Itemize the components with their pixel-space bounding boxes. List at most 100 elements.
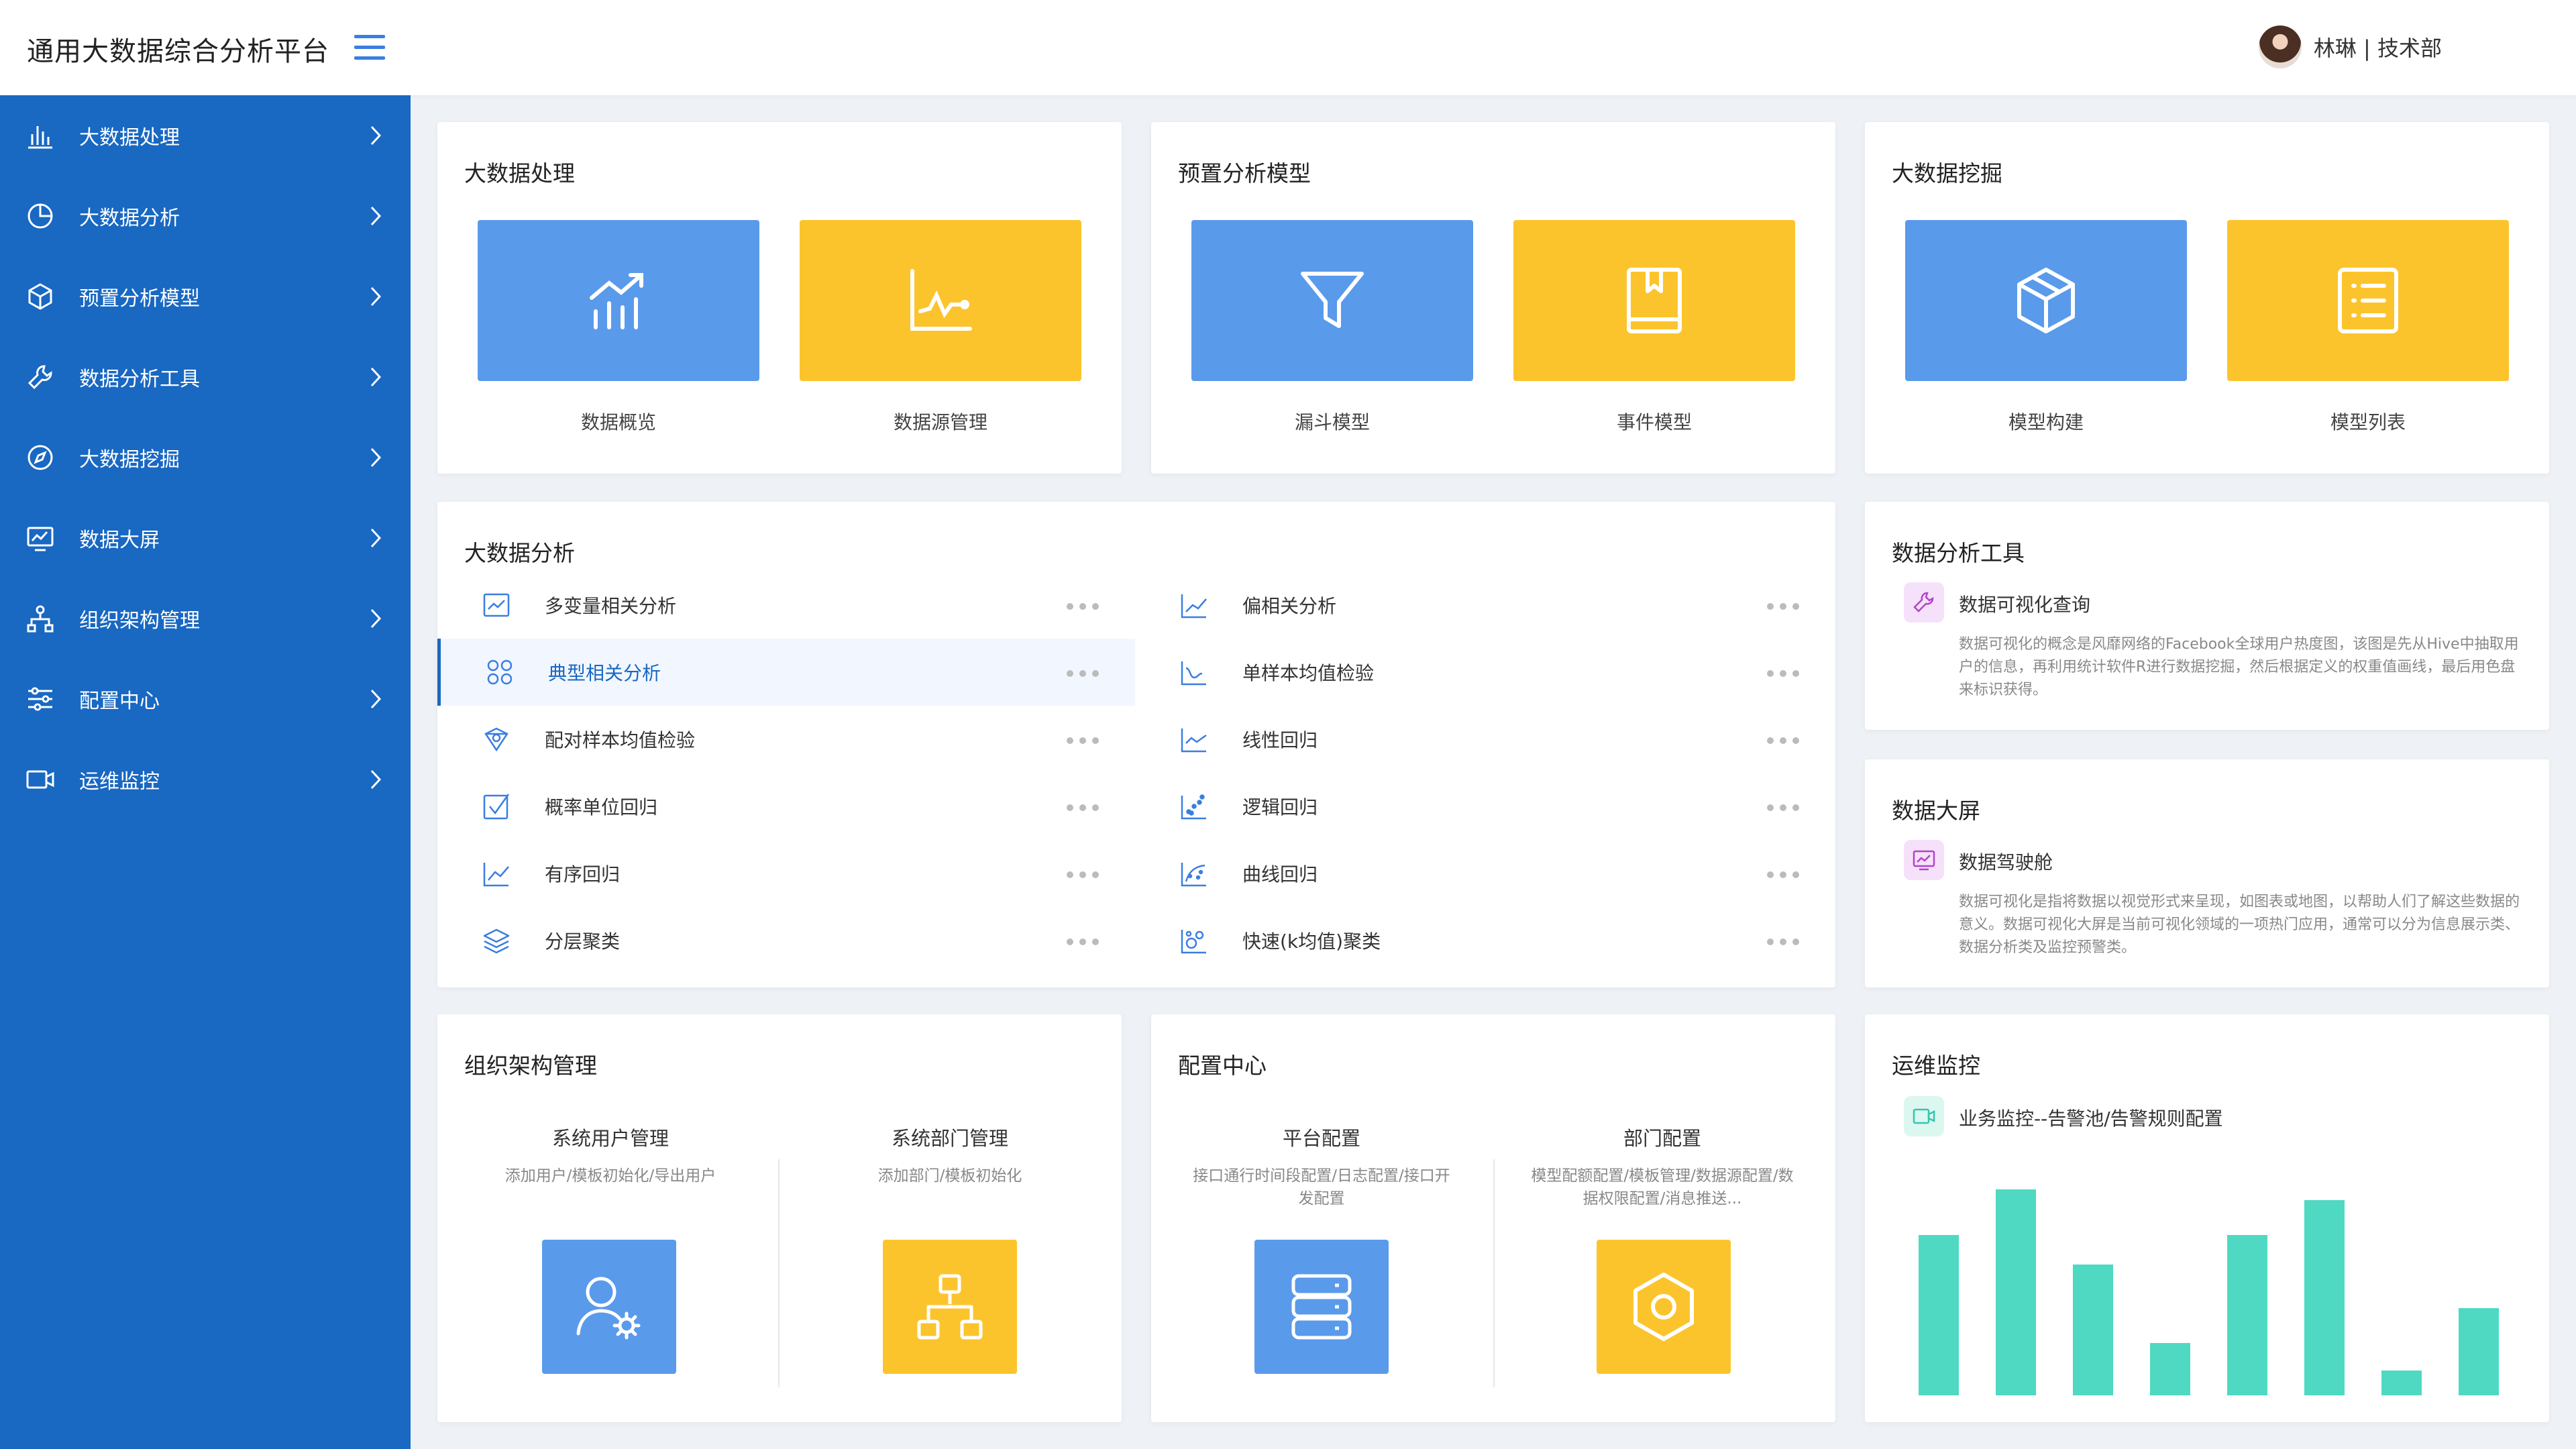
sidebar-item-preset-models[interactable]: 预置分析模型 [0, 256, 411, 337]
monitor-chart-icon[interactable] [1904, 840, 1944, 880]
monitor-bar [2304, 1200, 2345, 1395]
more-icon[interactable] [1067, 801, 1110, 811]
panel-data-mining: 大数据挖掘 模型构建 模型列表 [1865, 122, 2549, 474]
analysis-item-one-sample-test[interactable]: 单样本均值检验 [1135, 639, 1835, 706]
wrench-icon[interactable] [1904, 582, 1944, 623]
list-icon [2338, 268, 2398, 333]
tile-label: 模型列表 [2330, 411, 2406, 433]
sidebar-item-config-center[interactable]: 配置中心 [0, 659, 411, 739]
analysis-item-ordinal-regression[interactable]: 有序回归 [437, 840, 1135, 907]
more-icon[interactable] [1767, 600, 1810, 610]
chevron-right-icon [370, 769, 382, 790]
bar-chart-icon [28, 126, 52, 149]
sidebar-item-label: 数据分析工具 [79, 368, 200, 391]
analysis-item-partial-correlation[interactable]: 偏相关分析 [1135, 572, 1835, 639]
avatar[interactable] [2258, 25, 2302, 68]
system-users-title[interactable]: 系统用户管理 [443, 1123, 778, 1151]
menu-toggle-icon[interactable] [354, 35, 385, 60]
dept-config-desc: 模型配额配置/模板管理/数据源配置/数据权限配置/消息推送... [1531, 1167, 1794, 1208]
sidebar-item-data-analysis[interactable]: 大数据分析 [0, 176, 411, 256]
sidebar: 大数据处理 大数据分析 预置分析模型 数据分析工具 大数据挖掘 数据大屏 组织架… [0, 95, 411, 1449]
more-icon[interactable] [1067, 600, 1110, 610]
analysis-item-canonical-correlation[interactable]: 典型相关分析 [437, 639, 1135, 706]
analysis-item-label: 单样本均值检验 [1242, 662, 1375, 684]
more-icon[interactable] [1067, 667, 1110, 677]
tile-event-model[interactable] [1513, 220, 1795, 381]
more-icon[interactable] [1767, 734, 1810, 744]
tile-model-build[interactable] [1905, 220, 2187, 381]
more-icon[interactable] [1067, 868, 1110, 878]
tool-description: 数据可视化是指将数据以视觉形式来呈现，如图表或地图，以帮助人们了解这些数据的意义… [1959, 894, 2520, 956]
panel-analysis-tools: 数据分析工具 数据可视化查询 数据可视化的概念是风靡网络的Facebook全球用… [1865, 502, 2549, 730]
panel-data-analysis: 大数据分析 多变量相关分析 典型相关分析 配对样本均值检验 概率单位回归 有序回… [437, 502, 1835, 987]
cluster-chart-icon [1181, 930, 1206, 954]
analysis-item-label: 曲线回归 [1242, 863, 1318, 885]
sidebar-item-analysis-tools[interactable]: 数据分析工具 [0, 337, 411, 417]
tile-label: 事件模型 [1616, 411, 1692, 433]
sidebar-item-label: 大数据挖掘 [79, 448, 180, 472]
platform-config-button[interactable] [1254, 1240, 1389, 1374]
sidebar-item-data-processing[interactable]: 大数据处理 [0, 95, 411, 176]
more-icon[interactable] [1067, 935, 1110, 945]
cube-icon [2017, 268, 2075, 333]
pie-chart-icon [28, 203, 53, 229]
dept-config-button[interactable] [1597, 1240, 1731, 1374]
analysis-item-multivariate-correlation[interactable]: 多变量相关分析 [437, 572, 1135, 639]
more-icon[interactable] [1067, 734, 1110, 744]
growth-chart-icon [590, 273, 643, 329]
tool-name[interactable]: 数据驾驶舱 [1959, 848, 2053, 875]
camera-icon [26, 770, 54, 789]
chevron-right-icon [370, 447, 382, 468]
column-divider [1493, 1159, 1495, 1387]
tile-model-list[interactable] [2227, 220, 2509, 381]
analysis-item-label: 快速(k均值)聚类 [1242, 930, 1381, 953]
tile-datasource-management[interactable] [800, 220, 1081, 381]
system-users-button[interactable] [542, 1240, 676, 1374]
analysis-item-linear-regression[interactable]: 线性回归 [1135, 706, 1835, 773]
analysis-item-logistic-regression[interactable]: 逻辑回归 [1135, 773, 1835, 840]
tool-description: 数据可视化的概念是风靡网络的Facebook全球用户热度图，该图是先从Hive中… [1959, 636, 2519, 698]
diamond-network-icon [484, 727, 508, 752]
analysis-item-kmeans-clustering[interactable]: 快速(k均值)聚类 [1135, 907, 1835, 974]
analysis-item-paired-sample-test[interactable]: 配对样本均值检验 [437, 706, 1135, 773]
sidebar-item-data-screen[interactable]: 数据大屏 [0, 498, 411, 578]
analysis-item-curve-regression[interactable]: 曲线回归 [1135, 840, 1835, 907]
sidebar-item-org-management[interactable]: 组织架构管理 [0, 578, 411, 659]
monitor-subtitle[interactable]: 业务监控--告警池/告警规则配置 [1959, 1104, 2223, 1131]
org-tree-icon [917, 1274, 983, 1340]
dept-config-title[interactable]: 部门配置 [1495, 1123, 1830, 1151]
monitor-bar [2150, 1343, 2190, 1395]
analysis-item-probit-regression[interactable]: 概率单位回归 [437, 773, 1135, 840]
more-icon[interactable] [1767, 801, 1810, 811]
system-depts-button[interactable] [883, 1240, 1017, 1374]
sidebar-item-ops-monitor[interactable]: 运维监控 [0, 739, 411, 820]
panel-title: 数据大屏 [1892, 798, 1980, 824]
analysis-item-label: 逻辑回归 [1242, 796, 1318, 818]
panel-title: 大数据挖掘 [1892, 160, 2002, 186]
tile-data-overview[interactable] [478, 220, 759, 381]
user-info[interactable]: 林琳 | 技术部 [2258, 25, 2442, 68]
system-depts-title[interactable]: 系统部门管理 [782, 1123, 1118, 1151]
more-icon[interactable] [1767, 935, 1810, 945]
wrench-glyph [1913, 592, 1934, 612]
analysis-item-label: 偏相关分析 [1242, 595, 1337, 617]
monitor-bar [1919, 1235, 1959, 1395]
curve-scatter-icon [1181, 863, 1206, 887]
more-icon[interactable] [1767, 868, 1810, 878]
analysis-item-label: 多变量相关分析 [545, 595, 677, 617]
panel-title: 大数据分析 [464, 540, 575, 566]
monitor-chart-icon [27, 527, 54, 551]
book-icon [1627, 268, 1682, 333]
scatter-plot-icon [1181, 794, 1206, 820]
chevron-right-icon [370, 528, 382, 548]
platform-config-title[interactable]: 平台配置 [1154, 1123, 1489, 1151]
analysis-item-hierarchical-clustering[interactable]: 分层聚类 [437, 907, 1135, 974]
panel-data-screen: 数据大屏 数据驾驶舱 数据可视化是指将数据以视觉形式来呈现，如图表或地图，以帮助… [1865, 759, 2549, 987]
more-icon[interactable] [1767, 667, 1810, 677]
tile-label: 数据概览 [580, 411, 656, 433]
panel-title: 预置分析模型 [1178, 160, 1311, 186]
tool-name[interactable]: 数据可视化查询 [1959, 590, 2090, 617]
sidebar-item-data-mining[interactable]: 大数据挖掘 [0, 417, 411, 498]
tile-funnel-model[interactable] [1191, 220, 1473, 381]
monitor-bar [2227, 1235, 2267, 1395]
